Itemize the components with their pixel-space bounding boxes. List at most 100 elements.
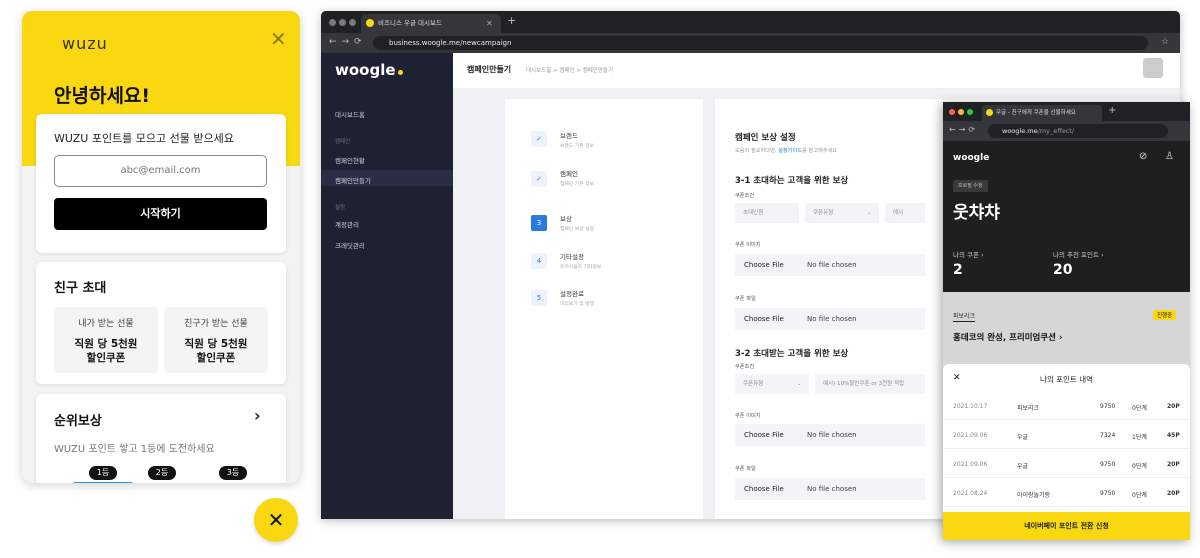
close-fab-button[interactable]: ✕	[254, 498, 298, 542]
nav-arrows-icon[interactable]: ←→⟳	[949, 125, 978, 134]
chevron-down-icon: ⌄	[867, 210, 872, 216]
url-field[interactable]: woogle.me/my_effect/	[988, 124, 1168, 138]
woogle-logo: woogle	[335, 61, 403, 79]
nav-arrows-icon[interactable]: ←→⟳	[329, 37, 367, 47]
email-input[interactable]: abc@email.com	[54, 155, 267, 187]
favicon-icon	[986, 109, 993, 116]
coupon-image-file-input-2[interactable]: Choose File No file chosen	[735, 424, 925, 446]
coupon-condition-label-2: 쿠폰조건	[735, 364, 755, 370]
invite-title: 친구 초대	[54, 281, 107, 296]
mobile-browser: 우글 - 친구에게 쿠폰을 선물하세요 + ←→⟳ woogle.me/my_e…	[943, 102, 1190, 540]
coupon-type-select[interactable]: 쿠폰유형 ⌄	[805, 203, 879, 223]
step-3-title[interactable]: 보상	[560, 213, 572, 223]
coupon-desc-input-2[interactable]: 예시) 10%할인쿠폰 or 3천원 적립	[815, 374, 925, 394]
page-title: 캠페인만들기	[467, 65, 512, 74]
status-badge: 진행중	[1153, 310, 1177, 320]
address-bar: ←→⟳ woogle.me/my_effect/	[943, 121, 1190, 141]
section-invitee-title: 3-2 초대받는 고객을 위한 보상	[735, 349, 849, 359]
step-3-sub: 캠페인 보상 설정	[560, 227, 594, 232]
sidebar-section-settings: 설정	[335, 205, 346, 211]
sidebar-item-account[interactable]: 계정관리	[335, 219, 359, 229]
sidebar-item-dashboard[interactable]: 대시보드홈	[335, 109, 365, 119]
list-item: 2021.09.06 우글 9750 0단계 20P	[943, 452, 1190, 478]
step-1-title[interactable]: 브랜드	[560, 130, 578, 140]
browser-tab[interactable]: 우글 - 친구에게 쿠폰을 선물하세요	[982, 105, 1102, 121]
close-icon[interactable]: ✕	[953, 373, 961, 383]
list-item: 2021.08.24 아이랑놀기랑 9750 0단계 20P	[943, 481, 1190, 507]
my-gift-label: 내가 받는 선물	[78, 319, 134, 329]
coupon-type-select-2[interactable]: 쿠폰유형 ⌄	[735, 374, 809, 394]
list-item: 2021.10.17 피보리크 9750 0단계 20P	[943, 394, 1190, 420]
coupon-file-input[interactable]: Choose File No file chosen	[735, 308, 925, 330]
sidebar-item-campaign-create[interactable]: 캠페인만들기	[335, 175, 371, 185]
step-2-title[interactable]: 캠페인	[560, 168, 578, 178]
new-tab-icon[interactable]: +	[507, 14, 516, 27]
step-5-title[interactable]: 설정완료	[560, 288, 584, 298]
step-2-sub: 캠페인 기본 정보	[560, 182, 594, 187]
close-icon[interactable]: ✕	[270, 27, 287, 51]
compass-icon[interactable]: ⊘	[1139, 151, 1147, 162]
coupon-file-label: 쿠폰 파일	[735, 296, 756, 302]
point-stat-label[interactable]: 나의 추천 포인트 ›	[1053, 249, 1104, 259]
top-bar: 캠페인만들기 대시보드홈 > 캠페인 > 캠페인만들기	[453, 53, 1180, 89]
step-1-sub: 브랜드 기본 정보	[560, 144, 594, 149]
form-title: 캠페인 보상 설정	[735, 133, 796, 143]
tab-bar: 비즈니스 우글 대시보드 ✕ +	[321, 11, 1180, 33]
coupon-image-file-input[interactable]: Choose File No file chosen	[735, 254, 925, 276]
close-dot[interactable]	[329, 19, 336, 26]
minimize-dot[interactable]	[339, 19, 346, 26]
tab-close-icon[interactable]: ✕	[486, 14, 493, 33]
signup-card: WUZU 포인트를 모으고 선물 받으세요 abc@email.com 시작하기	[36, 114, 286, 253]
step-2-check-icon: ✓	[531, 171, 547, 187]
url-field[interactable]: business.woogle.me/newcampaign	[373, 36, 1148, 50]
guide-link[interactable]: 설정가이드	[778, 148, 802, 154]
wuzu-logo: wuzu	[62, 34, 108, 53]
maximize-dot[interactable]	[967, 109, 973, 115]
coupon-file-label-2: 쿠폰 파일	[735, 466, 756, 472]
greeting: 안녕하세요!	[54, 85, 151, 107]
maximize-dot[interactable]	[349, 19, 356, 26]
address-bar: ←→⟳ business.woogle.me/newcampaign ☆	[321, 33, 1180, 53]
tab-title: 비즈니스 우글 대시보드	[378, 19, 442, 27]
profile-edit-badge[interactable]: 프로필 수정	[953, 180, 988, 192]
chevron-right-icon[interactable]: ›	[254, 406, 261, 425]
tab-bar: 우글 - 친구에게 쿠폰을 선물하세요 +	[943, 102, 1190, 121]
my-gift-box: 내가 받는 선물 직원 당 5천원 할인쿠폰	[54, 307, 158, 373]
form-help: 도움이 필요하다면, 설정가이드를 참고해주세요	[735, 148, 838, 154]
rank-title: 순위보상	[54, 414, 102, 429]
tab-title: 우글 - 친구에게 쿠폰을 선물하세요	[996, 110, 1076, 116]
user-icon[interactable]: ♙	[1165, 151, 1174, 162]
promo-title[interactable]: 홍데코의 완성, 프리미엄쿠션 ›	[953, 331, 1062, 343]
naverpay-convert-button[interactable]: 네이버페이 포인트 전환 신청	[943, 512, 1190, 540]
browser-tab[interactable]: 비즈니스 우글 대시보드 ✕	[361, 14, 501, 33]
start-button[interactable]: 시작하기	[54, 198, 267, 230]
step-1-check-icon: ✓	[531, 131, 547, 147]
invite-count-select[interactable]: 초대인원	[735, 203, 799, 223]
minimize-dot[interactable]	[958, 109, 964, 115]
sidebar-section-campaign: 캠페인	[335, 139, 351, 145]
section-inviter-title: 3-1 초대하는 고객을 위한 보상	[735, 176, 849, 186]
bookmark-star-icon[interactable]: ☆	[1161, 37, 1169, 47]
new-tab-icon[interactable]: +	[1108, 105, 1116, 116]
coupon-stat-label[interactable]: 나의 쿠폰 ›	[953, 249, 984, 259]
breadcrumb: 대시보드홈 > 캠페인 > 캠페인만들기	[526, 68, 614, 74]
step-5-number-icon: 5	[531, 290, 547, 306]
rank-2: 2등	[148, 466, 176, 480]
invite-card: 친구 초대 내가 받는 선물 직원 당 5천원 할인쿠폰 친구가 받는 선물 직원…	[36, 262, 286, 384]
coupon-file-input-2[interactable]: Choose File No file chosen	[735, 478, 925, 500]
list-item: 2021.09.06 우글 7324 1단계 45P	[943, 423, 1190, 449]
coupon-image-label-2: 쿠폰 이미지	[735, 413, 761, 419]
rank-card[interactable]: 순위보상 › WUZU 포인트 쌓고 1등에 도전하세요 1등 2등 3등	[36, 394, 286, 483]
coupon-condition-label: 쿠폰조건	[735, 193, 755, 199]
close-dot[interactable]	[949, 109, 955, 115]
step-5-sub: 미리보기 및 발행	[560, 302, 594, 307]
sidebar-item-campaign-status[interactable]: 캠페인현황	[335, 155, 365, 165]
step-4-title[interactable]: 기타설정	[560, 251, 584, 261]
mobile-widget: wuzu ✕ 안녕하세요! WUZU 포인트를 모으고 선물 받으세요 abc@…	[22, 11, 300, 483]
friend-gift-label: 친구가 받는 선물	[184, 319, 248, 329]
promo-brand-tag: 피보리크	[953, 313, 976, 322]
rank-bar-first	[72, 482, 134, 483]
sidebar-item-credit[interactable]: 크레딧관리	[335, 240, 365, 250]
coupon-desc-input[interactable]: 예시	[885, 203, 925, 223]
avatar[interactable]	[1143, 58, 1163, 78]
